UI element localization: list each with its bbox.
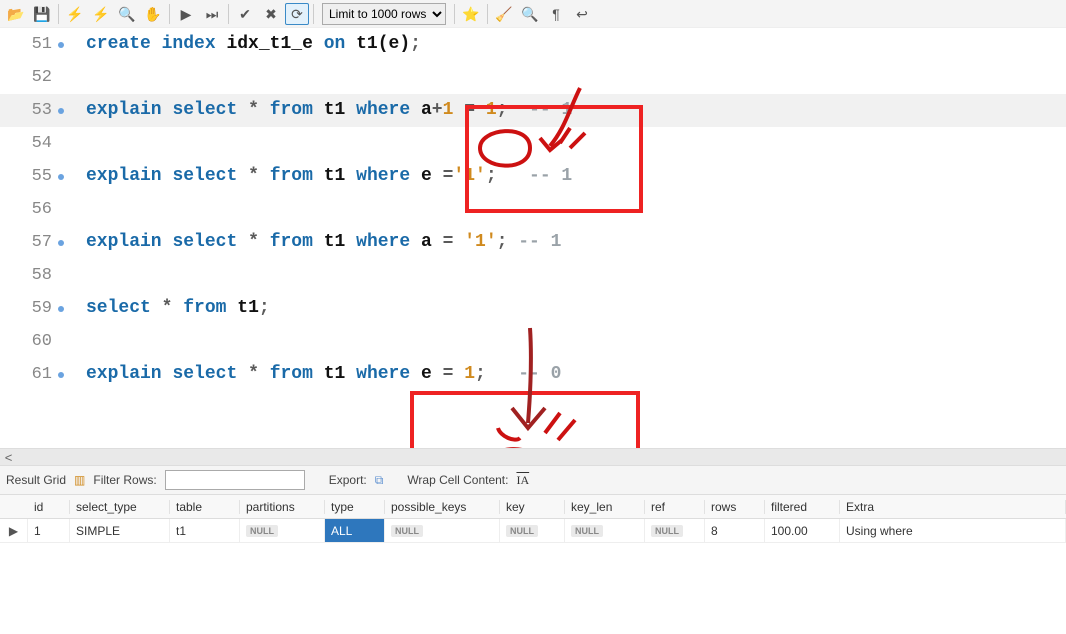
- code-content[interactable]: create index idx_t1_e on t1(e);: [60, 28, 421, 61]
- execute-script-icon[interactable]: ⚡: [89, 3, 113, 25]
- editor-line[interactable]: 56: [0, 193, 1066, 226]
- cell-partitions[interactable]: NULL: [240, 519, 325, 543]
- sql-editor[interactable]: 51create index idx_t1_e on t1(e);5253exp…: [0, 28, 1066, 448]
- col-table[interactable]: table: [170, 500, 240, 514]
- execute-icon[interactable]: ⚡: [63, 3, 87, 25]
- col-id[interactable]: id: [28, 500, 70, 514]
- cell-extra[interactable]: Using where: [840, 519, 1066, 543]
- code-content[interactable]: explain select * from t1 where a+1 = 1; …: [60, 94, 572, 127]
- result-grid[interactable]: id select_type table partitions type pos…: [0, 495, 1066, 543]
- cell-id[interactable]: 1: [28, 519, 70, 543]
- line-number: 53: [0, 94, 60, 127]
- editor-line[interactable]: 55explain select * from t1 where e ='1';…: [0, 160, 1066, 193]
- result-grid-header: id select_type table partitions type pos…: [0, 495, 1066, 519]
- cell-key-len[interactable]: NULL: [565, 519, 645, 543]
- export-icon[interactable]: ⧉: [375, 473, 384, 488]
- code-content[interactable]: explain select * from t1 where a = '1'; …: [60, 226, 561, 259]
- result-grid-icon[interactable]: ▥: [74, 473, 85, 487]
- col-extra[interactable]: Extra: [840, 500, 1066, 514]
- col-filtered[interactable]: filtered: [765, 500, 840, 514]
- line-number: 61: [0, 358, 60, 391]
- filter-rows-input[interactable]: [165, 470, 305, 490]
- result-grid-label: Result Grid: [6, 473, 66, 487]
- editor-line[interactable]: 58: [0, 259, 1066, 292]
- autocommit-icon[interactable]: ⟳: [285, 3, 309, 25]
- rollback-icon[interactable]: ✖: [259, 3, 283, 25]
- beautify-icon[interactable]: 🧹: [492, 3, 516, 25]
- col-rows[interactable]: rows: [705, 500, 765, 514]
- col-partitions[interactable]: partitions: [240, 500, 325, 514]
- favorite-icon[interactable]: ⭐: [459, 3, 483, 25]
- code-content[interactable]: select * from t1;: [60, 292, 270, 325]
- col-key[interactable]: key: [500, 500, 565, 514]
- code-content[interactable]: explain select * from t1 where e = 1; --…: [60, 358, 561, 391]
- save-icon[interactable]: 💾: [30, 3, 54, 25]
- code-content[interactable]: explain select * from t1 where e ='1'; -…: [60, 160, 572, 193]
- continue-icon[interactable]: ▶: [174, 3, 198, 25]
- search-icon[interactable]: 🔍: [518, 3, 542, 25]
- cell-ref[interactable]: NULL: [645, 519, 705, 543]
- cell-table[interactable]: t1: [170, 519, 240, 543]
- wrap-cell-label: Wrap Cell Content:: [407, 473, 508, 487]
- line-number: 57: [0, 226, 60, 259]
- cell-filtered[interactable]: 100.00: [765, 519, 840, 543]
- editor-line[interactable]: 61explain select * from t1 where e = 1; …: [0, 358, 1066, 391]
- result-toolbar: Result Grid ▥ Filter Rows: Export: ⧉ Wra…: [0, 465, 1066, 495]
- commit-icon[interactable]: ✔: [233, 3, 257, 25]
- line-number: 54: [0, 127, 60, 160]
- cell-type[interactable]: ALL: [325, 519, 385, 543]
- col-select-type[interactable]: select_type: [70, 500, 170, 514]
- line-number: 55: [0, 160, 60, 193]
- editor-line[interactable]: 54: [0, 127, 1066, 160]
- editor-line[interactable]: 57explain select * from t1 where a = '1'…: [0, 226, 1066, 259]
- editor-line[interactable]: 51create index idx_t1_e on t1(e);: [0, 28, 1066, 61]
- show-invisible-icon[interactable]: ¶: [544, 3, 568, 25]
- explain-icon[interactable]: 🔍: [115, 3, 139, 25]
- editor-line[interactable]: 60: [0, 325, 1066, 358]
- col-ref[interactable]: ref: [645, 500, 705, 514]
- editor-line[interactable]: 52: [0, 61, 1066, 94]
- skip-icon[interactable]: ⏭: [200, 3, 224, 25]
- wrap-cell-icon[interactable]: IA: [516, 473, 529, 488]
- annotation-box-2: [410, 391, 640, 448]
- cell-key[interactable]: NULL: [500, 519, 565, 543]
- query-toolbar: 📂💾⚡⚡🔍✋▶⏭✔✖⟳Limit to 1000 rows⭐🧹🔍¶↩: [0, 0, 1066, 28]
- line-number: 51: [0, 28, 60, 61]
- stop-icon[interactable]: ✋: [141, 3, 165, 25]
- filter-rows-label: Filter Rows:: [93, 473, 156, 487]
- open-file-icon[interactable]: 📂: [4, 3, 28, 25]
- result-row[interactable]: ▶ 1 SIMPLE t1 NULL ALL NULL NULL NULL NU…: [0, 519, 1066, 543]
- editor-line[interactable]: 53explain select * from t1 where a+1 = 1…: [0, 94, 1066, 127]
- line-number: 60: [0, 325, 60, 358]
- col-type[interactable]: type: [325, 500, 385, 514]
- limit-rows-select[interactable]: Limit to 1000 rows: [322, 3, 446, 25]
- cell-rows[interactable]: 8: [705, 519, 765, 543]
- export-label: Export:: [329, 473, 367, 487]
- col-key-len[interactable]: key_len: [565, 500, 645, 514]
- wrap-icon[interactable]: ↩: [570, 3, 594, 25]
- line-number: 58: [0, 259, 60, 292]
- col-possible-keys[interactable]: possible_keys: [385, 500, 500, 514]
- cell-possible-keys[interactable]: NULL: [385, 519, 500, 543]
- editor-horizontal-scrollbar[interactable]: <: [0, 448, 1066, 465]
- line-number: 56: [0, 193, 60, 226]
- scroll-left-icon[interactable]: <: [0, 450, 17, 465]
- line-number: 52: [0, 61, 60, 94]
- row-marker-icon: ▶: [0, 519, 28, 543]
- cell-select-type[interactable]: SIMPLE: [70, 519, 170, 543]
- editor-line[interactable]: 59select * from t1;: [0, 292, 1066, 325]
- line-number: 59: [0, 292, 60, 325]
